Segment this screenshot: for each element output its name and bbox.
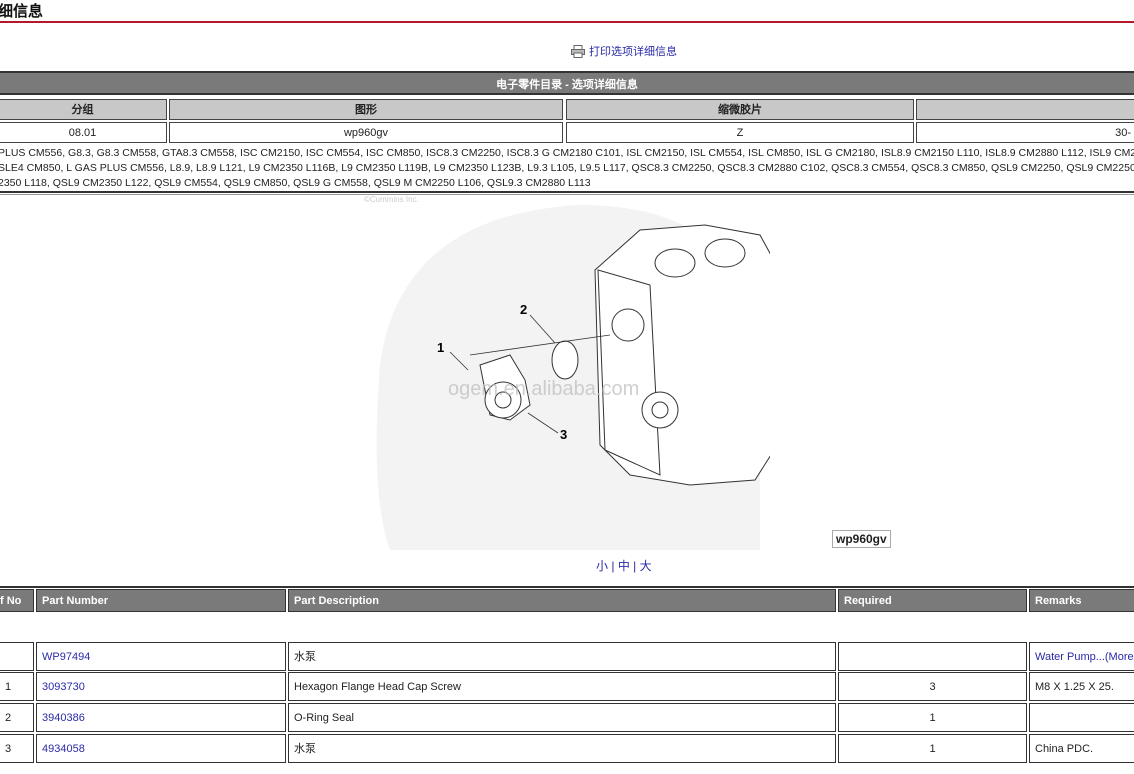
cell-ref-no: 2 — [0, 703, 34, 732]
col-ref-no: f No — [0, 589, 34, 612]
figure-label: wp960gv — [832, 530, 891, 548]
image-size-selector: 小 | 中 | 大 — [596, 559, 652, 573]
print-details-link[interactable]: 打印选项详细信息 — [571, 43, 677, 59]
watermark: ogem.en.alibaba.com — [448, 378, 639, 400]
applicable-models: PLUS CM556, G8.3, G8.3 CM558, GTA8.3 CM5… — [0, 146, 1134, 191]
cell-remarks: China PDC. — [1029, 734, 1134, 763]
col-required: Required — [838, 589, 1027, 612]
part-number-link[interactable]: 3093730 — [42, 681, 85, 693]
cell-part-description: O-Ring Seal — [288, 703, 836, 732]
cell-text: Hexagon Flange Head Cap Screw — [294, 681, 461, 693]
cell-required-qty — [838, 642, 1027, 671]
part-number-link[interactable]: 4934058 — [42, 743, 85, 755]
callout-2: 2 — [520, 302, 527, 317]
cell-remarks: Water Pump...(More) — [1029, 642, 1134, 671]
callout-1: 1 — [437, 340, 444, 355]
cell-part-description: Hexagon Flange Head Cap Screw — [288, 672, 836, 701]
cell-ref-no: 3 — [0, 734, 34, 763]
models-line: SLE4 CM850, L GAS PLUS CM556, L8.9, L8.9… — [0, 162, 1134, 174]
cell-ref-no — [0, 642, 34, 671]
col-remarks: Remarks — [1029, 589, 1134, 612]
catalog-title: 电子零件目录 - 选项详细信息 — [0, 71, 1134, 95]
part-number-link[interactable]: 3940386 — [42, 712, 85, 724]
value-microfiche: Z — [566, 122, 914, 143]
more-remarks-link[interactable]: Water Pump...(More) — [1035, 651, 1134, 663]
cell-part-number: 3093730 — [36, 672, 286, 701]
cell-required-qty: 1 — [838, 703, 1027, 732]
size-medium-link[interactable]: 中 — [618, 559, 630, 573]
cell-required-qty: 3 — [838, 672, 1027, 701]
printer-icon — [571, 44, 585, 58]
cell-remarks: M8 X 1.25 X 25. — [1029, 672, 1134, 701]
title-divider — [0, 21, 1134, 23]
cell-part-description: 水泵 — [288, 642, 836, 671]
header-microfiche: 缩微胶片 — [566, 99, 914, 120]
value-group: 08.01 — [0, 122, 167, 143]
cell-part-number: 3940386 — [36, 703, 286, 732]
engine-drawing: 1 2 3 ogem.en.alibaba.com — [376, 205, 791, 550]
cell-text: 1 — [929, 712, 936, 724]
cell-remarks — [1029, 703, 1134, 732]
cell-part-description: 水泵 — [288, 734, 836, 763]
cell-text: China PDC. — [1035, 743, 1094, 755]
size-large-link[interactable]: 大 — [640, 559, 652, 573]
parts-table-divider — [0, 586, 1134, 588]
cell-part-number: 4934058 — [36, 734, 286, 763]
part-number-link[interactable]: WP97494 — [42, 651, 90, 663]
callout-3: 3 — [560, 427, 567, 442]
cell-text: 1 — [5, 681, 12, 693]
cell-text: 水泵 — [294, 743, 316, 755]
col-part-number: Part Number — [36, 589, 286, 612]
cell-part-number: WP97494 — [36, 642, 286, 671]
print-details-label: 打印选项详细信息 — [589, 46, 677, 58]
models-line: PLUS CM556, G8.3, G8.3 CM558, GTA8.3 CM5… — [0, 147, 1134, 159]
models-line: 2350 L118, QSL9 CM2350 L122, QSL9 CM554,… — [0, 177, 591, 189]
cell-text: 3 — [929, 681, 936, 693]
copyright-text: ©Cummins Inc. — [364, 195, 419, 204]
page-title: 细信息 — [0, 3, 44, 20]
size-small-link[interactable]: 小 — [596, 559, 608, 573]
value-extra: 30- — [916, 122, 1134, 143]
cell-text: 水泵 — [294, 651, 316, 663]
cell-ref-no: 1 — [0, 672, 34, 701]
parts-diagram[interactable]: ©Cummins Inc. 1 2 3 ogem.en.alibaba.com — [360, 195, 791, 555]
cell-text: 2 — [5, 712, 12, 724]
value-figure: wp960gv — [169, 122, 563, 143]
header-extra — [916, 99, 1134, 120]
header-figure: 图形 — [169, 99, 563, 120]
header-group: 分组 — [0, 99, 167, 120]
cell-text: 1 — [929, 743, 936, 755]
cell-required-qty: 1 — [838, 734, 1027, 763]
col-part-description: Part Description — [288, 589, 836, 612]
cell-text: M8 X 1.25 X 25. — [1035, 681, 1114, 693]
cell-text: O-Ring Seal — [294, 712, 354, 724]
cell-text: 3 — [5, 743, 12, 755]
